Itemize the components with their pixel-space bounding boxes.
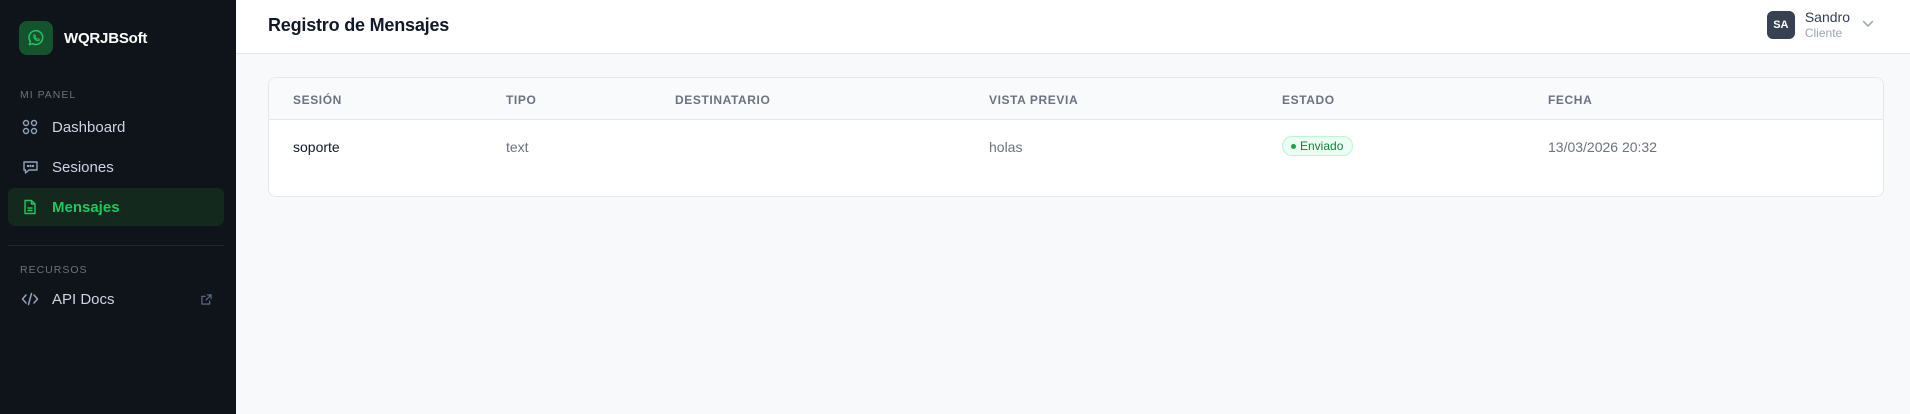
brand[interactable]: WQRJBSoft <box>0 0 236 76</box>
sidebar-item-mensajes[interactable]: Mensajes <box>8 188 224 226</box>
top-header: Registro de Mensajes SA Sandro Cliente <box>236 0 1910 54</box>
chevron-down-icon <box>1862 15 1874 33</box>
column-header-date: FECHA <box>1548 93 1593 107</box>
sidebar: WQRJBSoft MI PANEL Dashboard Sesiones Me… <box>0 0 236 414</box>
column-header-session: SESIÓN <box>293 93 342 107</box>
sidebar-item-sesiones[interactable]: Sesiones <box>8 148 224 186</box>
section-label-panel: MI PANEL <box>20 89 77 101</box>
sidebar-item-dashboard[interactable]: Dashboard <box>8 108 224 146</box>
cell-date: 13/03/2026 20:32 <box>1548 139 1657 155</box>
external-link-icon <box>201 292 212 309</box>
avatar: SA <box>1766 11 1795 40</box>
status-label: Enviado <box>1300 139 1344 153</box>
sidebar-item-label: Sesiones <box>52 158 114 176</box>
page-title: Registro de Mensajes <box>268 15 450 35</box>
column-header-recipient: DESTINATARIO <box>675 93 771 107</box>
chat-icon <box>21 158 39 176</box>
user-info: Sandro Cliente <box>1804 9 1850 41</box>
status-dot-icon <box>1291 143 1296 149</box>
sidebar-item-label: Dashboard <box>52 118 126 136</box>
section-label-recursos: RECURSOS <box>20 264 88 276</box>
column-header-preview: VISTA PREVIA <box>989 93 1079 107</box>
column-header-status: ESTADO <box>1282 93 1335 107</box>
column-header-type: TIPO <box>506 93 537 107</box>
brand-name: WQRJBSoft <box>64 29 148 47</box>
user-name: Sandro <box>1804 9 1850 25</box>
code-icon <box>21 290 39 308</box>
messages-table: SESIÓN TIPO DESTINATARIO VISTA PREVIA ES… <box>268 77 1884 197</box>
sidebar-item-label: API Docs <box>52 290 115 308</box>
cell-session: soporte <box>293 139 340 155</box>
status-badge: Enviado <box>1282 136 1354 156</box>
cell-preview: holas <box>989 139 1023 155</box>
cell-type: text <box>506 139 529 155</box>
grid-icon <box>21 118 39 136</box>
whatsapp-icon <box>19 21 53 55</box>
sidebar-item-label: Mensajes <box>52 198 120 216</box>
sidebar-divider <box>8 245 224 246</box>
table-header: SESIÓN TIPO DESTINATARIO VISTA PREVIA ES… <box>269 78 1883 120</box>
document-icon <box>21 198 39 216</box>
sidebar-item-api-docs[interactable]: API Docs <box>8 280 224 318</box>
user-menu[interactable]: SA Sandro Cliente <box>1766 9 1874 41</box>
user-role: Cliente <box>1804 26 1843 41</box>
